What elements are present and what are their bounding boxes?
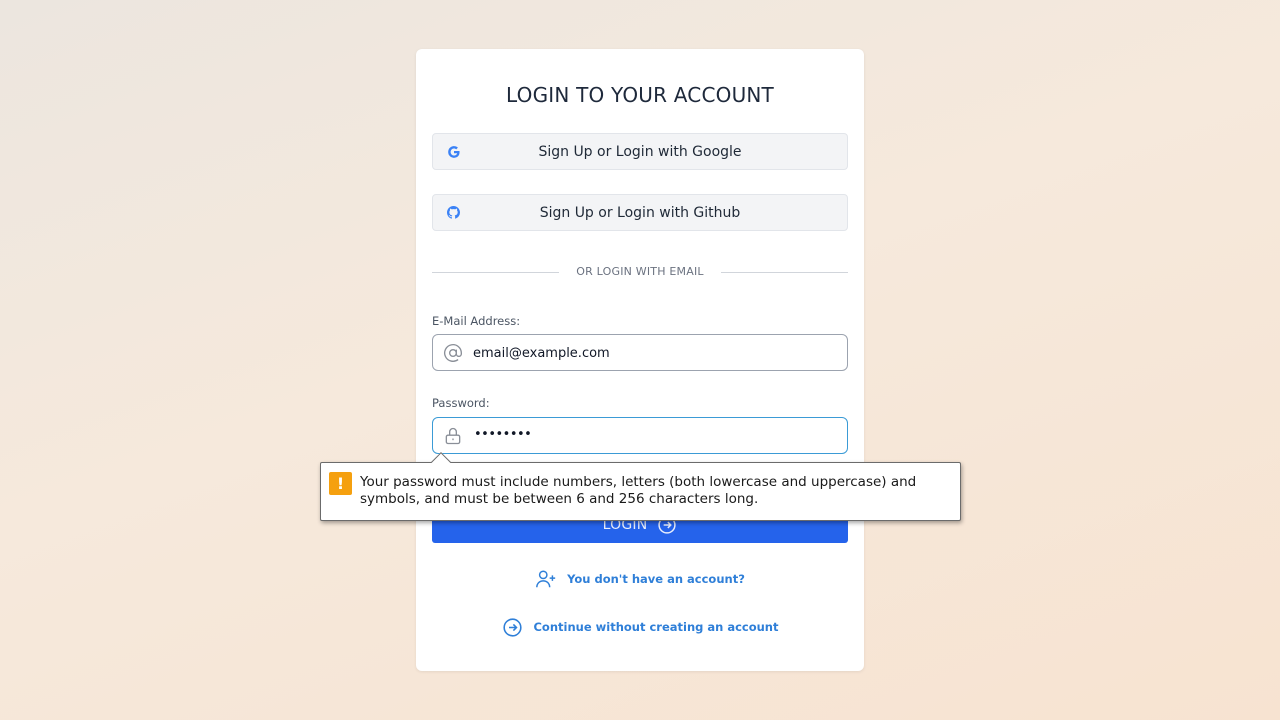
divider-line-right — [721, 272, 848, 273]
at-sign-icon — [442, 342, 464, 364]
password-label: Password: — [432, 396, 490, 410]
lock-icon — [442, 425, 464, 447]
login-card: LOGIN TO YOUR ACCOUNT Sign Up or Login w… — [416, 49, 864, 671]
user-plus-icon — [535, 568, 557, 590]
github-login-label: Sign Up or Login with Github — [539, 204, 741, 221]
google-login-button[interactable]: Sign Up or Login with Google — [432, 133, 848, 170]
continue-without-account-link[interactable]: Continue without creating an account — [416, 615, 864, 639]
continue-link-label: Continue without creating an account — [533, 620, 779, 634]
google-icon — [446, 144, 461, 159]
tooltip-message: Your password must include numbers, lett… — [360, 474, 917, 507]
signup-link[interactable]: You don't have an account? — [416, 567, 864, 591]
email-field[interactable] — [432, 334, 848, 371]
github-login-button[interactable]: Sign Up or Login with Github — [432, 194, 848, 231]
email-input[interactable] — [473, 343, 833, 363]
email-label: E-Mail Address: — [432, 314, 521, 328]
password-field[interactable]: •••••••• — [432, 417, 848, 454]
page-title: LOGIN TO YOUR ACCOUNT — [506, 83, 774, 107]
signup-link-label: You don't have an account? — [567, 572, 745, 586]
arrow-right-circle-icon — [501, 616, 523, 638]
github-icon — [446, 205, 461, 220]
password-input[interactable]: •••••••• — [474, 427, 532, 442]
google-login-label: Sign Up or Login with Google — [538, 143, 742, 160]
warning-icon: ! — [329, 472, 352, 495]
password-validation-tooltip: ! Your password must include numbers, le… — [320, 452, 961, 521]
email-divider: OR LOGIN WITH EMAIL — [432, 263, 848, 283]
